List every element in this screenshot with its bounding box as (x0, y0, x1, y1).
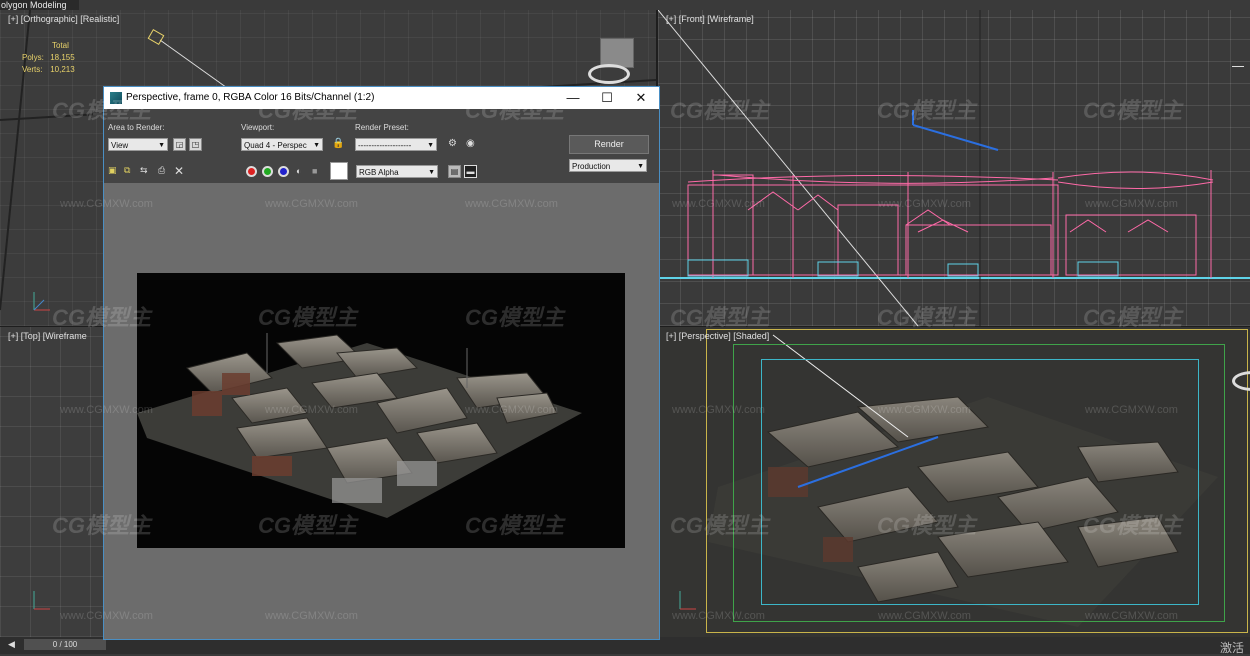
stats-verts-value: 10,213 (50, 65, 75, 74)
axis-tripod-persp-icon (679, 591, 696, 610)
auto-region-icon[interactable]: ◳ (189, 138, 202, 151)
viewport-label-front[interactable]: [+] [Front] [Wireframe] (666, 14, 754, 24)
channel-display-value: RGB Alpha (359, 168, 399, 177)
production-value: Production (572, 162, 611, 171)
time-slider-value: 0 / 100 (52, 640, 78, 649)
front-wireframe-buildings (658, 10, 1250, 326)
stats-total-label: Total (52, 41, 69, 50)
safe-frame-title (761, 359, 1199, 605)
green-channel-toggle[interactable] (262, 166, 273, 177)
area-to-render-label: Area to Render: (108, 123, 165, 132)
lock-icon[interactable]: 🔒 (332, 138, 344, 149)
stats-polys-value: 18,155 (50, 53, 75, 62)
app-icon (110, 92, 122, 104)
red-channel-toggle[interactable] (246, 166, 257, 177)
viewport-label-top[interactable]: [+] [Top] [Wireframe (8, 331, 87, 341)
render-button[interactable]: Render (569, 135, 649, 154)
copy-image-icon[interactable]: ⧉ (124, 165, 130, 176)
viewport-label-ortho[interactable]: [+] [Orthographic] [Realistic] (8, 14, 119, 24)
rendered-image (137, 273, 625, 548)
area-to-render-select[interactable]: View ▼ (108, 138, 168, 151)
color-swatch[interactable] (330, 162, 348, 180)
render-setup-icon[interactable]: ⚙ (448, 138, 457, 149)
viewport-label-perspective[interactable]: [+] [Perspective] [Shaded] (666, 331, 769, 341)
timeline-prev-icon[interactable]: ◀ (8, 639, 15, 650)
render-preset-value: -------------------- (358, 141, 412, 150)
axis-tripod-icon (33, 292, 50, 311)
render-preset-label: Render Preset: (355, 123, 409, 132)
clear-icon[interactable]: ✕ (174, 164, 184, 178)
toggle-ui-overlay-icon[interactable]: ▤ (448, 165, 461, 178)
area-to-render-value: View (111, 141, 129, 150)
clone-window-icon[interactable]: ⇆ (140, 165, 148, 176)
print-icon[interactable]: ⎙ (158, 165, 165, 176)
blue-channel-toggle[interactable] (278, 166, 289, 177)
stats-verts-label: Verts: (22, 65, 43, 74)
viewcube-ring-icon[interactable] (588, 64, 630, 84)
channel-display-select[interactable]: RGB Alpha ▼ (356, 165, 438, 178)
render-window-title: Perspective, frame 0, RGBA Color 16 Bits… (126, 92, 375, 103)
viewport-perspective[interactable]: [+] [Perspective] [Shaded] (658, 327, 1250, 637)
viewport-front[interactable]: [+] [Front] [Wireframe] (658, 10, 1250, 326)
render-preset-select[interactable]: -------------------- ▼ (355, 138, 437, 151)
scene-stats: Total Polys: 18,155 Verts: 10,213 (22, 40, 75, 76)
render-frame-window[interactable]: Perspective, frame 0, RGBA Color 16 Bits… (103, 86, 660, 640)
viewport-select[interactable]: Quad 4 - Perspec ▼ (241, 138, 323, 151)
activate-text: 激活 (1219, 641, 1244, 655)
viewport-select-label: Viewport: (241, 123, 275, 132)
monochrome-icon[interactable]: ■ (312, 166, 317, 176)
axis-tripod-top-icon (33, 591, 50, 610)
render-window-toolbar: Area to Render: View ▼ ◲ ◳ Viewport: Quad… (104, 109, 659, 183)
toggle-ui-icon[interactable]: ▬ (464, 165, 477, 178)
viewport-select-value: Quad 4 - Perspec (244, 141, 307, 150)
maximize-button[interactable]: ☐ (590, 87, 624, 109)
minimize-button[interactable]: — (556, 87, 590, 109)
time-slider[interactable]: 0 / 100 (24, 639, 106, 650)
render-window-titlebar[interactable]: Perspective, frame 0, RGBA Color 16 Bits… (104, 87, 659, 109)
production-select[interactable]: Production ▼ (569, 159, 647, 172)
edit-region-icon[interactable]: ◲ (173, 138, 186, 151)
rendered-village-scene (137, 333, 582, 518)
front-nav-icon (1232, 66, 1244, 67)
environment-icon[interactable]: ◉ (466, 138, 475, 149)
alpha-channel-icon[interactable]: ◐ (296, 166, 301, 176)
save-image-icon[interactable]: ▣ (108, 165, 117, 176)
stats-polys-label: Polys: (22, 53, 44, 62)
render-canvas[interactable] (104, 183, 659, 639)
close-button[interactable]: ✕ (624, 87, 658, 109)
